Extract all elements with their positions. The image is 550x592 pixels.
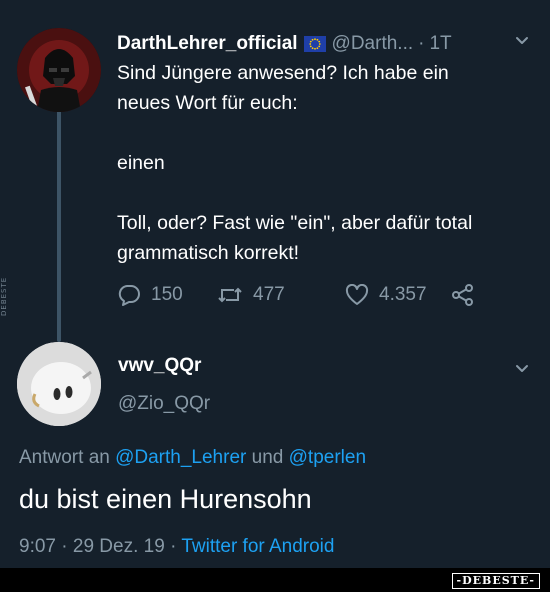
retweet-count: 477 [253, 284, 285, 305]
share-icon [452, 284, 473, 306]
heart-icon [345, 284, 369, 305]
debeste-watermark: -DEBESTE- [451, 573, 540, 589]
like-count: 4.357 [379, 284, 427, 305]
tweet-header: DarthLehrer_official @Darth... · 1T [117, 30, 452, 58]
cartoon-ghost-avatar-icon [17, 342, 101, 426]
mention-link[interactable]: @Darth_Lehrer [115, 447, 246, 468]
tweet-date[interactable]: 29 Dez. 19 [73, 536, 165, 557]
eu-flag-icon [303, 36, 326, 52]
reply-text: du bist einen Hurensohn [19, 484, 312, 514]
mention-link[interactable]: @tperlen [289, 447, 366, 468]
tweet-timestamp[interactable]: 9:07 [19, 536, 56, 557]
reply-author-handle[interactable]: @Zio_QQr [118, 393, 210, 415]
reply-author-name[interactable]: vwv_QQr [118, 355, 201, 377]
author-name[interactable]: DarthLehrer_official [117, 33, 298, 55]
author-avatar[interactable] [17, 28, 101, 112]
tweet-screenshot: DarthLehrer_official @Darth... · 1T Sind… [0, 0, 550, 592]
like-button[interactable]: 4.357 [345, 284, 451, 306]
tweet-actions: 150 477 4.357 [117, 280, 485, 310]
reply-count: 150 [151, 284, 183, 305]
meta-separator: · [170, 536, 177, 557]
side-watermark: DEBESTE [0, 276, 8, 316]
retweet-icon [218, 287, 242, 303]
share-button[interactable] [451, 284, 485, 306]
meta-separator: · [61, 536, 68, 557]
reply-icon [118, 285, 140, 306]
author-handle[interactable]: @Darth... [332, 33, 414, 55]
tweet-time[interactable]: 1T [429, 33, 451, 55]
tweet-text: Sind Jüngere anwesend? Ich habe ein neue… [117, 62, 473, 264]
darth-vader-avatar-icon [17, 28, 101, 112]
thread-line [57, 110, 61, 342]
reply-to-conjunction: und [251, 447, 284, 468]
tweet-source-link[interactable]: Twitter for Android [181, 536, 334, 557]
reply-button[interactable]: 150 [117, 284, 217, 306]
reply-to-line: Antwort an @Darth_Lehrer und @tperlen [19, 447, 366, 469]
retweet-button[interactable]: 477 [217, 284, 345, 306]
reply-author-avatar[interactable] [17, 342, 101, 426]
reply-to-prefix: Antwort an [19, 447, 110, 468]
header-separator: · [418, 33, 425, 54]
chevron-down-icon[interactable] [514, 32, 530, 48]
tweet-meta: 9:07 · 29 Dez. 19 · Twitter for Android [19, 536, 334, 558]
chevron-down-icon[interactable] [514, 360, 530, 376]
